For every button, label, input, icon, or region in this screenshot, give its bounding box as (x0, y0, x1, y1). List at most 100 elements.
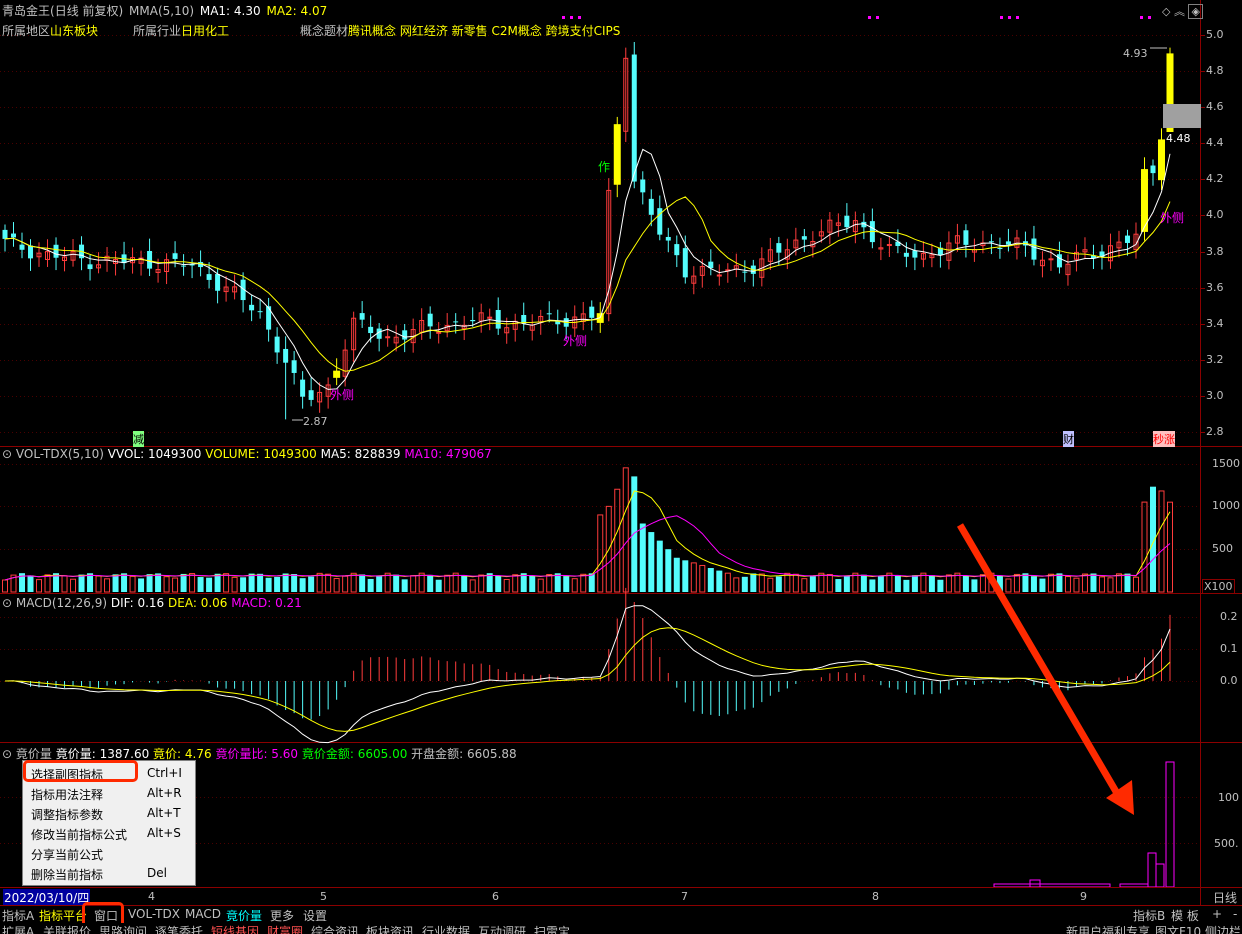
volume-bar (401, 579, 408, 592)
candle-body (359, 313, 365, 320)
bottom-item[interactable]: 逐笔委托 (155, 923, 203, 934)
bottom-item[interactable]: 扫雷宝 (534, 923, 570, 934)
bottom-item[interactable]: 财富圈 (267, 923, 303, 934)
volume-bar (1098, 576, 1105, 593)
volume-indicator-title[interactable]: VOL-TDX(5,10) (16, 447, 104, 461)
bottom-item[interactable]: 扩展A (2, 923, 34, 934)
tab-settings[interactable]: 设置 (303, 907, 327, 924)
highlight-box-menu (23, 760, 138, 782)
candle-body (470, 320, 476, 322)
bottom-item[interactable]: 图文F10 (1155, 923, 1201, 934)
volume-bar (716, 570, 723, 592)
menu-item-label: 调整指标参数 (31, 808, 104, 822)
tab-indicator-platform[interactable]: 指标平台 (39, 907, 87, 924)
menu-item-adjust-params[interactable]: 调整指标参数 Alt+T (23, 803, 197, 823)
window-controls[interactable]: ◇ ︽ ◈ (1162, 3, 1203, 19)
volume-bar (665, 549, 672, 592)
menu-item-label: 指标用法注释 (31, 788, 104, 802)
tab-more[interactable]: 更多 (270, 907, 294, 924)
diamond-icon[interactable]: ◇ (1162, 5, 1170, 18)
period-right-label[interactable]: 日线 (1213, 889, 1237, 906)
volume-bar (758, 573, 765, 593)
bottom-item[interactable]: 综合资讯 (311, 923, 359, 934)
macd-tick-label: 0.0 (1220, 674, 1238, 687)
expand-icon[interactable]: ⊙ (2, 447, 12, 461)
volume-bar (512, 574, 519, 593)
bottom-item[interactable]: 短线基因 (211, 923, 259, 934)
volume-bar (282, 573, 289, 592)
candle-body (300, 379, 306, 397)
current-price-label: 4.48 (1166, 132, 1191, 145)
auction-ratio-value: 竟价量比: 5.60 (215, 747, 299, 761)
region-value[interactable]: 山东板块 (50, 24, 98, 38)
candle-body (546, 313, 552, 315)
bottom-item[interactable]: 互动调研 (478, 923, 526, 934)
volume-bar (163, 576, 170, 593)
tab-add[interactable]: + (1212, 907, 1222, 921)
menu-item-share-formula[interactable]: 分享当前公式 (23, 843, 197, 863)
candle-body (87, 264, 93, 270)
candle-body (53, 244, 59, 258)
tab-indicator-a[interactable]: 指标A (2, 907, 34, 924)
bottom-item[interactable]: 思路询问 (99, 923, 147, 934)
menu-item-edit-formula[interactable]: 修改当前指标公式 Alt+S (23, 823, 197, 843)
chevron-up-icon[interactable]: ︽ (1174, 5, 1185, 18)
candle-body (385, 336, 391, 339)
month-tick: 4 (148, 890, 155, 903)
high-price-label: 4.93 (1123, 47, 1148, 60)
menu-item-shortcut: Del (147, 866, 167, 880)
ma5-line (4, 148, 1171, 390)
vol-tick-label: 1000 (1212, 499, 1240, 513)
ma2-value: MA2: 4.07 (266, 4, 328, 18)
expand-icon[interactable]: ⊙ (2, 596, 12, 610)
volume-bar (393, 574, 400, 592)
ma-indicator-label[interactable]: MMA(5,10) (129, 4, 194, 18)
menu-item-usage-notes[interactable]: 指标用法注释 Alt+R (23, 783, 197, 803)
volume-bar (648, 532, 655, 592)
bottom-item[interactable]: 关联报价 (43, 923, 91, 934)
auction-indicator-title[interactable]: 竟价量 (16, 747, 52, 761)
volume-bar (308, 576, 315, 592)
tab-remove[interactable]: - (1233, 907, 1237, 921)
bottom-toolbar: 扩展A 关联报价 思路询问 逐笔委托 短线基因 财富圈 综合资讯 板块资讯 行业… (0, 923, 1242, 934)
volume-bar (1124, 573, 1131, 592)
volume-bar (265, 577, 272, 592)
volume-bar (461, 575, 468, 592)
settings-diamond-icon[interactable]: ◈ (1188, 4, 1203, 19)
concept-info: 概念题材腾讯概念 网红经济 新零售 C2M概念 跨境支付CIPS (300, 22, 620, 39)
menu-item-shortcut: Ctrl+I (147, 766, 182, 780)
tab-template[interactable]: 模 板 (1171, 907, 1199, 924)
candle-body (1150, 165, 1156, 174)
volume-bar (750, 573, 757, 592)
expand-icon[interactable]: ⊙ (2, 747, 12, 761)
concept-value[interactable]: 腾讯概念 网红经济 新零售 C2M概念 跨境支付CIPS (348, 24, 620, 38)
industry-value[interactable]: 日用化工 (181, 24, 229, 38)
tab-indicator-b[interactable]: 指标B (1133, 907, 1165, 924)
tab-vol-tdx[interactable]: VOL-TDX (128, 907, 180, 921)
menu-item-delete-indicator[interactable]: 删除当前指标 Del (23, 863, 197, 883)
auction-bar (1147, 852, 1157, 888)
candle-body (997, 248, 1003, 250)
candle-body (1031, 238, 1037, 260)
candle-body (674, 244, 680, 256)
region-label: 所属地区 (2, 24, 51, 38)
volume-bar (682, 560, 689, 592)
tab-auction[interactable]: 竟价量 (226, 907, 262, 924)
bottom-item[interactable]: 侧边栏 (1205, 923, 1241, 934)
tab-macd[interactable]: MACD (185, 907, 221, 921)
price-tick-label: 4.2 (1206, 172, 1224, 186)
volume-bar (36, 579, 43, 593)
ma1-value: MA1: 4.30 (199, 4, 261, 18)
volume-bar (1073, 577, 1080, 593)
bottom-item[interactable]: 新用户福利专享 (1066, 923, 1150, 934)
candle-body (333, 370, 341, 378)
volume-bar (1158, 490, 1165, 593)
macd-indicator-title[interactable]: MACD(12,26,9) (16, 596, 107, 610)
bottom-item[interactable]: 板块资讯 (366, 923, 414, 934)
signal-dot (570, 16, 573, 19)
volume-bar (138, 578, 145, 592)
candle-body (801, 236, 807, 240)
volume-bar (869, 579, 876, 592)
industry-info: 所属行业日用化工 (133, 22, 229, 39)
bottom-item[interactable]: 行业数据 (422, 923, 470, 934)
